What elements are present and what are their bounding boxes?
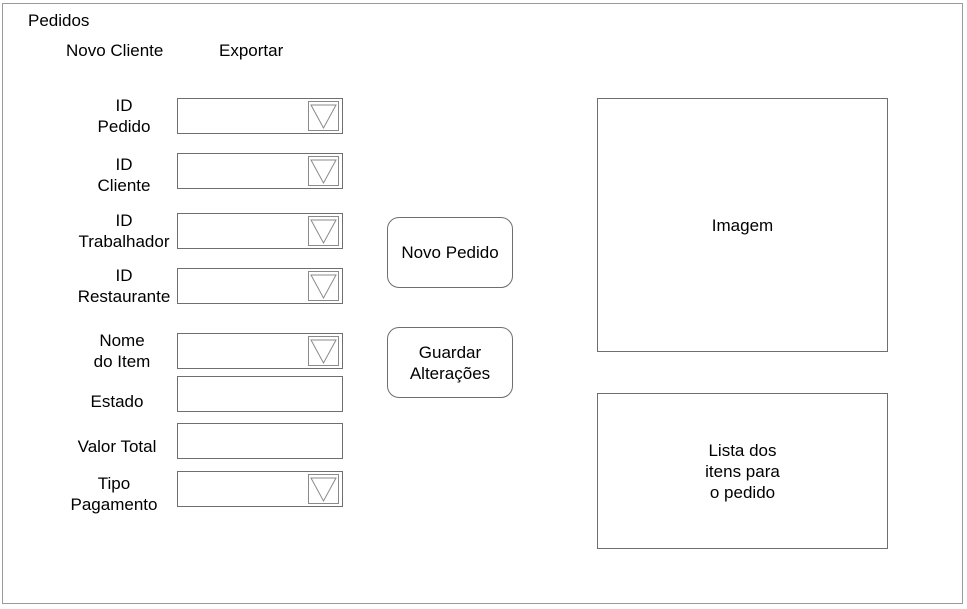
chevron-down-icon[interactable] bbox=[308, 336, 339, 366]
export-link[interactable]: Exportar bbox=[219, 41, 283, 61]
id-restaurante-label: ID Restaurante bbox=[77, 266, 171, 306]
save-changes-button-label: Guardar Alterações bbox=[409, 342, 491, 383]
chevron-down-icon[interactable] bbox=[308, 216, 339, 246]
valor-total-input[interactable] bbox=[177, 423, 343, 459]
nome-item-label: Nome do Item bbox=[93, 331, 151, 371]
estado-label: Estado bbox=[90, 392, 144, 411]
chevron-down-icon[interactable] bbox=[308, 474, 339, 504]
image-panel: Imagem bbox=[597, 98, 888, 352]
window-title: Pedidos bbox=[28, 11, 90, 30]
items-list-label: Lista dos itens para o pedido bbox=[705, 440, 780, 502]
tipo-pagamento-select[interactable] bbox=[177, 471, 343, 507]
new-order-button[interactable]: Novo Pedido bbox=[387, 217, 513, 288]
items-list-panel[interactable]: Lista dos itens para o pedido bbox=[597, 393, 888, 549]
id-pedido-select[interactable] bbox=[177, 98, 343, 134]
new-client-link[interactable]: Novo Cliente bbox=[66, 41, 163, 61]
chevron-down-icon[interactable] bbox=[308, 271, 339, 301]
nome-item-select[interactable] bbox=[177, 333, 343, 369]
id-restaurante-select[interactable] bbox=[177, 268, 343, 304]
id-trabalhador-label: ID Trabalhador bbox=[78, 211, 170, 251]
id-trabalhador-select[interactable] bbox=[177, 213, 343, 249]
estado-input[interactable] bbox=[177, 376, 343, 412]
chevron-down-icon[interactable] bbox=[308, 156, 339, 186]
id-pedido-label: ID Pedido bbox=[97, 96, 151, 136]
save-changes-button[interactable]: Guardar Alterações bbox=[387, 327, 513, 398]
id-cliente-label: ID Cliente bbox=[97, 155, 151, 195]
image-panel-label: Imagem bbox=[711, 216, 774, 235]
tipo-pagamento-label: Tipo Pagamento bbox=[70, 474, 158, 514]
chevron-down-icon[interactable] bbox=[308, 101, 339, 131]
new-order-button-label: Novo Pedido bbox=[401, 243, 499, 262]
id-cliente-select[interactable] bbox=[177, 153, 343, 189]
valor-total-label: Valor Total bbox=[77, 437, 157, 456]
